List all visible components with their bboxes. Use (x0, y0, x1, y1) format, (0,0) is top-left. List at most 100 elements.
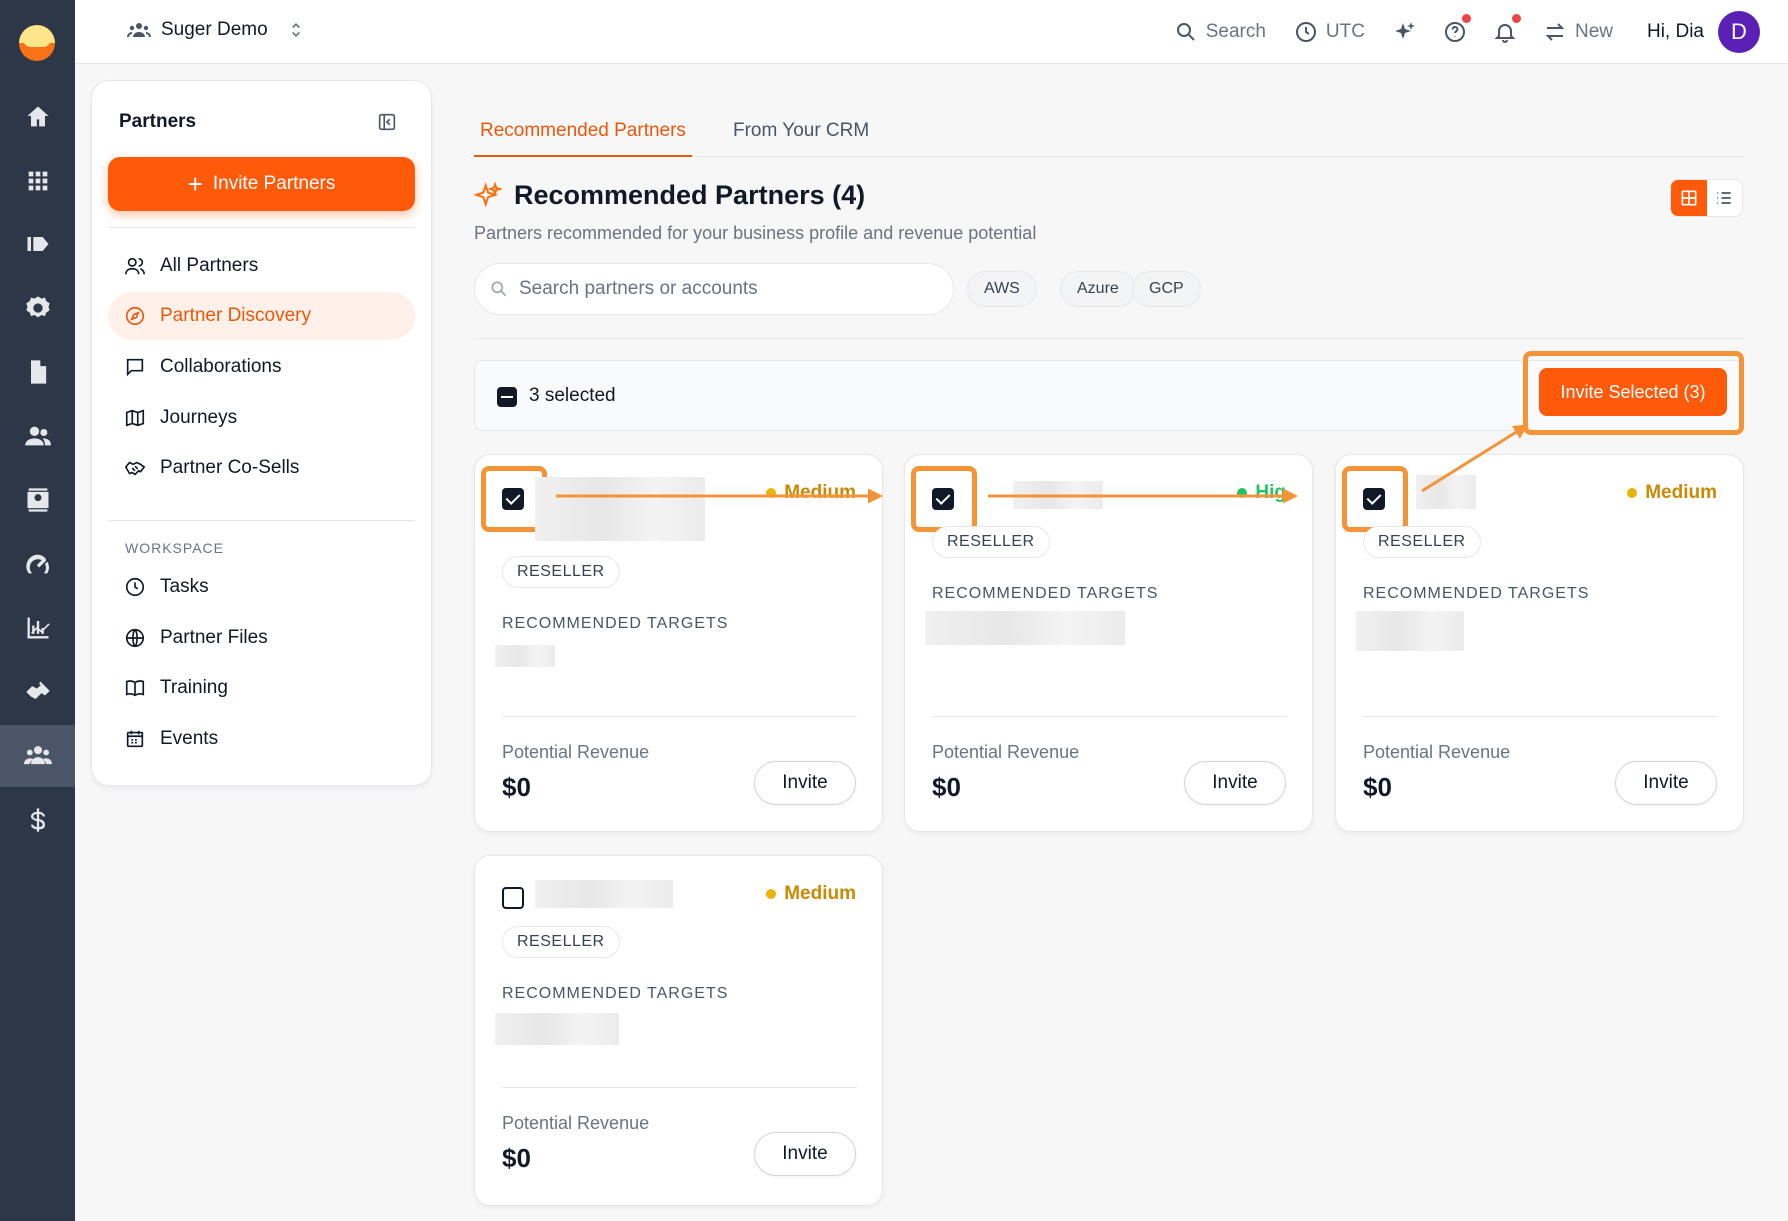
targets-redacted (495, 645, 555, 667)
app-rail (0, 0, 75, 1221)
tab-recommended-partners[interactable]: Recommended Partners (474, 120, 692, 157)
selection-bar: 3 selected Invite Selected (3) (474, 351, 1744, 435)
rail-settings-icon[interactable] (0, 277, 75, 339)
bell-icon (1494, 24, 1516, 43)
divider (474, 338, 1744, 339)
nav-item-tasks[interactable]: Tasks (108, 563, 415, 611)
invite-button[interactable]: Invite (1184, 761, 1286, 805)
nav-item-label: Partner Co-Sells (160, 457, 300, 478)
tab-from-your-crm[interactable]: From Your CRM (727, 120, 875, 157)
rail-home-icon[interactable] (0, 86, 75, 148)
rail-gauge-icon[interactable] (0, 533, 75, 595)
invite-partners-label: Invite Partners (212, 173, 336, 194)
nav-item-partner-co-sells[interactable]: Partner Co-Sells (108, 444, 415, 492)
revenue-value: $0 (1363, 772, 1392, 802)
nav-item-label: Collaborations (160, 356, 282, 377)
partner-name-redacted (535, 477, 705, 541)
nav-item-label: Journeys (160, 407, 238, 428)
workspace-heading: WORKSPACE (125, 540, 224, 556)
rail-handshake-icon[interactable] (0, 661, 75, 723)
partner-checkbox[interactable] (932, 488, 954, 510)
nav-item-training[interactable]: Training (108, 664, 415, 712)
filter-chip-gcp[interactable]: GCP (1132, 271, 1201, 307)
targets-heading: RECOMMENDED TARGETS (932, 585, 1159, 602)
invite-button[interactable]: Invite (754, 761, 856, 805)
team-icon (127, 23, 151, 38)
tier-dot (766, 889, 777, 899)
plus-icon: + (187, 169, 203, 199)
rail-partners-icon[interactable] (0, 725, 75, 787)
compass-icon (125, 306, 145, 326)
revenue-value: $0 (502, 772, 531, 802)
rail-contacts-icon[interactable] (0, 469, 75, 531)
nav-item-label: Events (160, 728, 219, 749)
targets-heading: RECOMMENDED TARGETS (1363, 585, 1590, 602)
swap-arrows-icon (1545, 23, 1565, 41)
org-switcher[interactable]: Suger Demo (127, 18, 306, 42)
partner-checkbox[interactable] (502, 887, 524, 909)
tier-label: Hig (1255, 482, 1286, 503)
search-icon (491, 281, 507, 297)
partner-name-redacted (535, 880, 673, 908)
nav-item-all-partners[interactable]: All Partners (108, 242, 415, 290)
match-tier: Medium (766, 883, 856, 905)
rail-listing-icon[interactable] (0, 213, 75, 275)
revenue-label: Potential Revenue (502, 1113, 650, 1133)
nav-item-label: Training (160, 677, 228, 698)
search-label: Search (1205, 21, 1266, 42)
avatar[interactable]: D (1718, 11, 1760, 53)
invite-selected-button[interactable]: Invite Selected (3) (1539, 368, 1727, 416)
rail-document-icon[interactable] (0, 341, 75, 403)
tier-dot (1627, 488, 1638, 498)
search-button[interactable]: Search (1174, 20, 1266, 44)
rail-users-icon[interactable] (0, 405, 75, 467)
org-name: Suger Demo (161, 19, 268, 40)
rail-analytics-icon[interactable] (0, 597, 75, 659)
help-button[interactable] (1443, 14, 1471, 44)
filter-chip-aws[interactable]: AWS (967, 271, 1037, 307)
map-icon (125, 409, 145, 427)
tier-label: Medium (784, 482, 856, 503)
rail-dollar-icon[interactable] (0, 789, 75, 851)
revenue-value: $0 (502, 1143, 531, 1173)
invite-button[interactable]: Invite (754, 1132, 856, 1176)
divider (108, 227, 415, 228)
partner-type-badge: RESELLER (1363, 526, 1481, 558)
selection-count: 3 selected (529, 385, 616, 406)
nav-item-collaborations[interactable]: Collaborations (108, 343, 415, 391)
revenue-label: Potential Revenue (932, 742, 1080, 762)
rail-apps-icon[interactable] (0, 150, 75, 212)
page-title: Recommended Partners (4) (474, 180, 865, 211)
filter-chip-azure[interactable]: Azure (1060, 271, 1136, 307)
search-input[interactable] (519, 278, 919, 300)
nav-item-partner-discovery[interactable]: Partner Discovery (108, 292, 415, 340)
partner-type-badge: RESELLER (502, 926, 620, 958)
nav-item-journeys[interactable]: Journeys (108, 394, 415, 442)
nav-item-events[interactable]: Events (108, 715, 415, 763)
new-label: New (1574, 21, 1613, 42)
divider (1363, 716, 1718, 717)
collapse-panel-icon[interactable] (376, 111, 398, 133)
list-view-button[interactable] (1707, 180, 1743, 216)
globe-icon (125, 628, 145, 648)
notifications-button[interactable] (1493, 14, 1521, 44)
app-logo[interactable] (19, 25, 55, 61)
panel-title: Partners (119, 111, 197, 132)
grid-view-button[interactable] (1671, 180, 1707, 216)
match-tier: Medium (1627, 482, 1717, 504)
book-icon (125, 680, 145, 697)
invite-button[interactable]: Invite (1615, 761, 1717, 805)
nav-item-partner-files[interactable]: Partner Files (108, 614, 415, 662)
partner-name-redacted (1416, 475, 1476, 509)
invite-partners-button[interactable]: + Invite Partners (108, 157, 415, 211)
tier-label: Medium (784, 883, 856, 904)
select-all-checkbox[interactable] (497, 387, 517, 407)
partner-checkbox[interactable] (1363, 488, 1385, 510)
targets-redacted (925, 611, 1125, 645)
ai-sparkle-button[interactable] (1393, 20, 1417, 44)
timezone-button[interactable]: UTC (1294, 20, 1365, 44)
handshake-icon (124, 461, 146, 476)
new-button[interactable]: New (1543, 20, 1613, 44)
partner-checkbox[interactable] (502, 488, 524, 510)
partner-name-redacted (1013, 481, 1103, 509)
